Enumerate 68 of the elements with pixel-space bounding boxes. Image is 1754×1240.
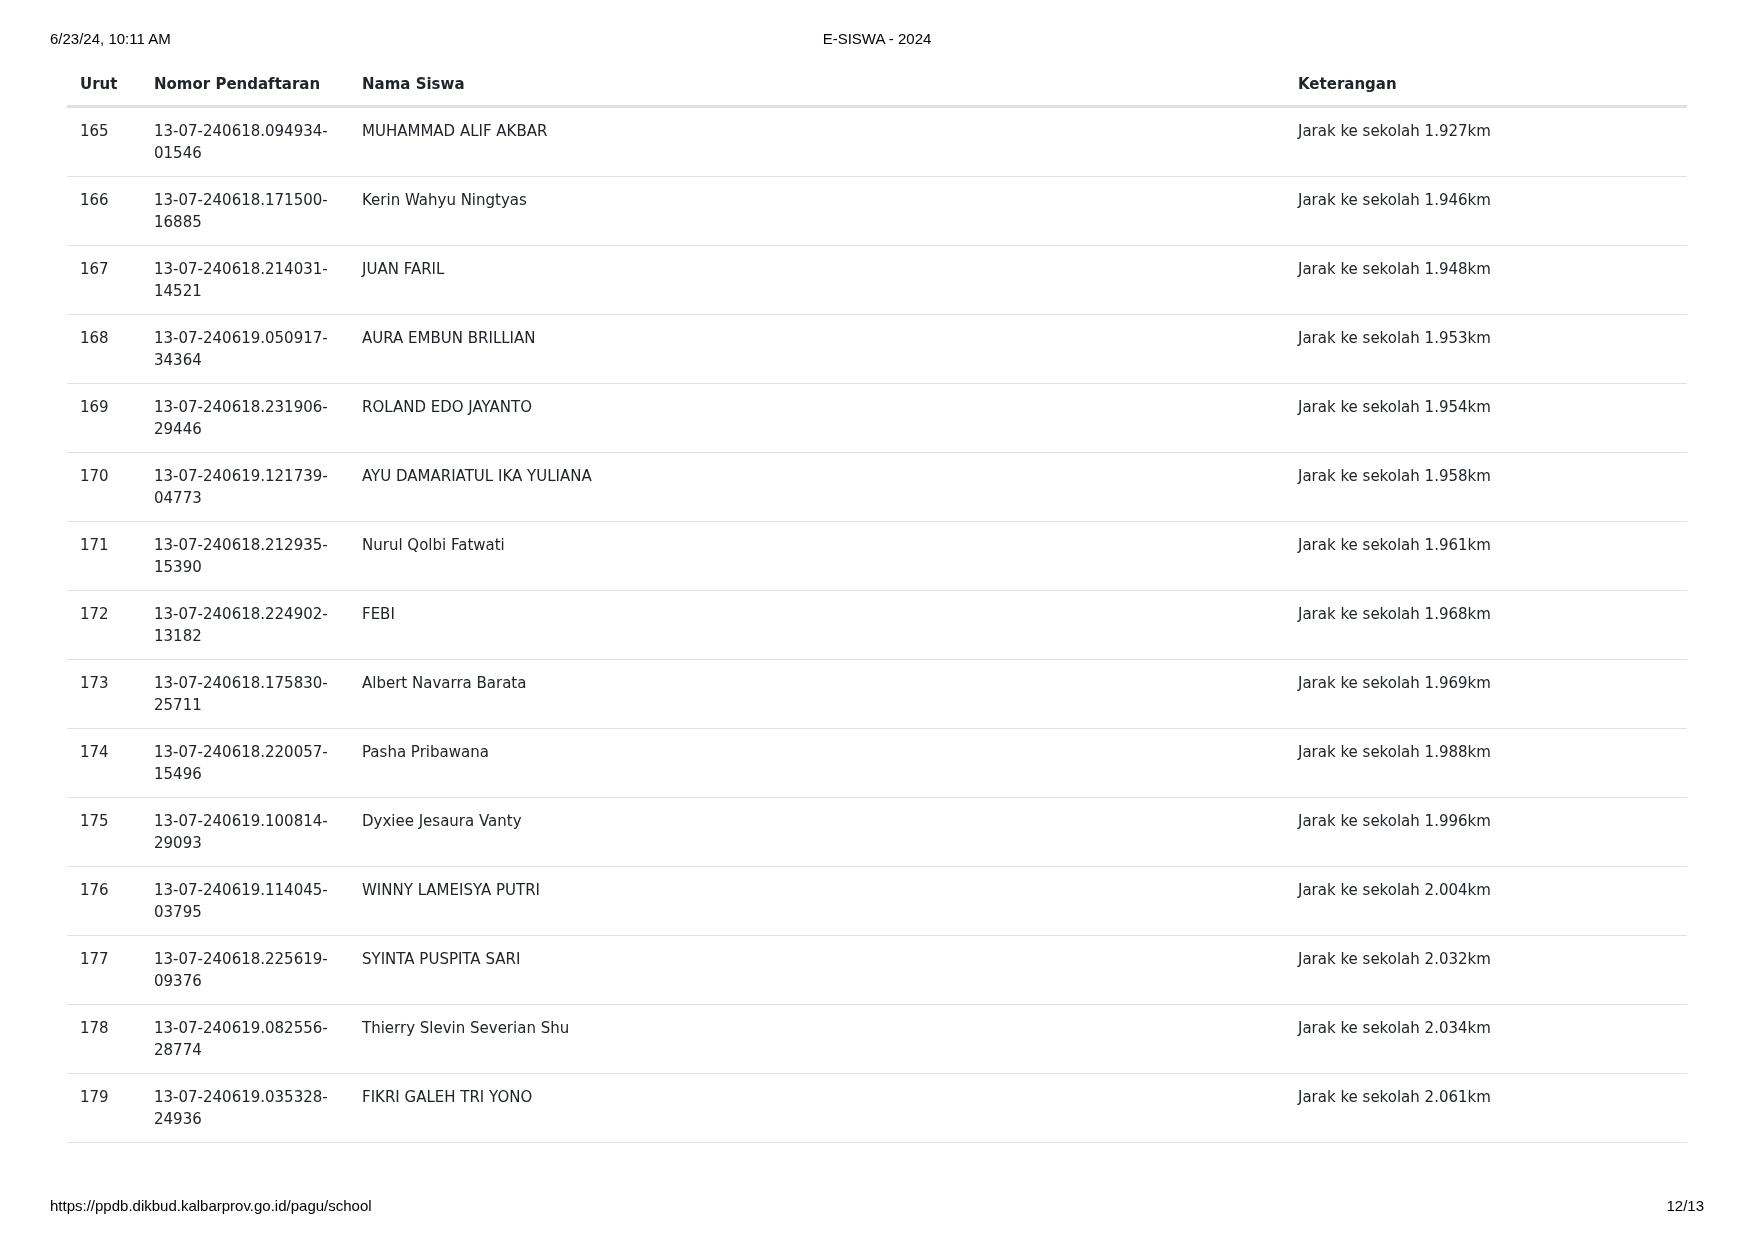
table-cell: 13-07-240618.094934-01546 [141,106,349,177]
table-cell: AURA EMBUN BRILLIAN [349,314,1285,384]
table-cell: 13-07-240618.175830-25711 [141,659,349,729]
table-cell: Jarak ke sekolah 2.061km [1285,1073,1687,1143]
table-cell: Nurul Qolbi Fatwati [349,521,1285,591]
table-cell: Dyxiee Jesaura Vanty [349,797,1285,867]
table-cell: 174 [67,728,141,798]
table-cell: Jarak ke sekolah 2.034km [1285,1004,1687,1074]
table-cell: 13-07-240618.231906-29446 [141,383,349,453]
table-cell: 170 [67,452,141,522]
table-cell: MUHAMMAD ALIF AKBAR [349,106,1285,177]
table-cell: Jarak ke sekolah 1.953km [1285,314,1687,384]
table-cell: Kerin Wahyu Ningtyas [349,176,1285,246]
table-cell: Jarak ke sekolah 1.988km [1285,728,1687,798]
table-cell: 176 [67,866,141,936]
table-cell: 13-07-240619.114045-03795 [141,866,349,936]
table-cell: 171 [67,521,141,591]
table-cell: 178 [67,1004,141,1074]
table-cell: Jarak ke sekolah 1.968km [1285,590,1687,660]
table-cell: ROLAND EDO JAYANTO [349,383,1285,453]
table-cell: 166 [67,176,141,246]
page-title: E-SISWA - 2024 [822,30,932,47]
table-cell: 167 [67,245,141,315]
table-cell: Jarak ke sekolah 1.948km [1285,245,1687,315]
column-header: Keterangan [1285,63,1687,107]
table-cell: 13-07-240619.050917-34364 [141,314,349,384]
table-cell: WINNY LAMEISYA PUTRI [349,866,1285,936]
table-cell: 173 [67,659,141,729]
table-cell: 13-07-240619.082556-28774 [141,1004,349,1074]
table-cell: 172 [67,590,141,660]
table-cell: 179 [67,1073,141,1143]
table-cell: FIKRI GALEH TRI YONO [349,1073,1285,1143]
table-cell: Jarak ke sekolah 2.032km [1285,935,1687,1005]
table-cell: 165 [67,106,141,177]
table-cell: Jarak ke sekolah 1.927km [1285,106,1687,177]
table-cell: FEBI [349,590,1285,660]
table-cell: 175 [67,797,141,867]
table-cell: 13-07-240618.214031-14521 [141,245,349,315]
column-header: Urut [67,63,141,107]
page-number: 12/13 [1666,1197,1704,1214]
table-cell: Jarak ke sekolah 1.946km [1285,176,1687,246]
table-cell: SYINTA PUSPITA SARI [349,935,1285,1005]
table-cell: Pasha Pribawana [349,728,1285,798]
table-cell: 13-07-240618.220057-15496 [141,728,349,798]
table-cell: Jarak ke sekolah 1.969km [1285,659,1687,729]
table-cell: Jarak ke sekolah 1.961km [1285,521,1687,591]
table-cell: Albert Navarra Barata [349,659,1285,729]
table-cell: 13-07-240618.225619-09376 [141,935,349,1005]
table-cell: 13-07-240619.121739-04773 [141,452,349,522]
table-cell: 13-07-240619.035328-24936 [141,1073,349,1143]
table-cell: AYU DAMARIATUL IKA YULIANA [349,452,1285,522]
table-cell: Thierry Slevin Severian Shu [349,1004,1285,1074]
table-cell: 177 [67,935,141,1005]
table-cell: 13-07-240619.100814-29093 [141,797,349,867]
table-cell: Jarak ke sekolah 1.996km [1285,797,1687,867]
table-cell: 13-07-240618.224902-13182 [141,590,349,660]
table-cell: 13-07-240618.171500-16885 [141,176,349,246]
column-header: Nama Siswa [349,63,1285,107]
page-url: https://ppdb.dikbud.kalbarprov.go.id/pagu/school [50,1197,372,1214]
print-date: 6/23/24, 10:11 AM [50,30,172,47]
table-cell: 169 [67,383,141,453]
table-cell: Jarak ke sekolah 1.958km [1285,452,1687,522]
column-header: Nomor Pendaftaran [141,63,349,107]
table-cell: JUAN FARIL [349,245,1285,315]
table-cell: Jarak ke sekolah 2.004km [1285,866,1687,936]
table-cell: 13-07-240618.212935-15390 [141,521,349,591]
table-cell: Jarak ke sekolah 1.954km [1285,383,1687,453]
table-cell: 168 [67,314,141,384]
